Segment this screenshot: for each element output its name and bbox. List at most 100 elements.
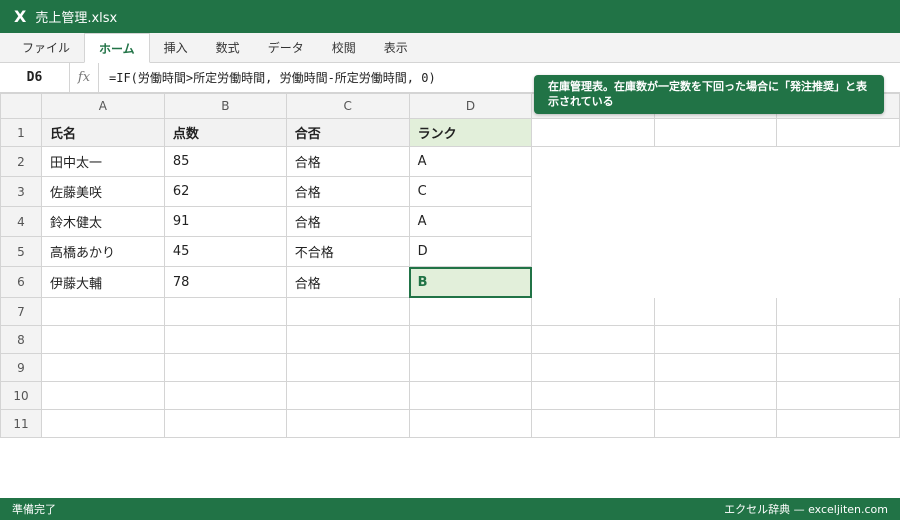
- cell-e11[interactable]: [531, 409, 656, 438]
- row-header[interactable]: 5: [0, 236, 42, 267]
- tab-file[interactable]: ファイル: [8, 33, 84, 63]
- column-header-d[interactable]: D: [408, 93, 533, 119]
- row-header[interactable]: 10: [0, 381, 42, 410]
- cell-b3[interactable]: 62: [163, 176, 287, 207]
- cell-g6[interactable]: [776, 266, 900, 298]
- row-header[interactable]: 6: [0, 266, 42, 298]
- cell-e7[interactable]: [531, 297, 656, 326]
- cell-b5[interactable]: 45: [163, 236, 287, 267]
- cell-g1[interactable]: [776, 118, 900, 147]
- cell-e9[interactable]: [531, 353, 656, 382]
- cell-c10[interactable]: [285, 381, 410, 410]
- tab-review[interactable]: 校閲: [318, 33, 370, 63]
- cell-b7[interactable]: [163, 297, 287, 326]
- column-header-b[interactable]: B: [163, 93, 287, 119]
- cell-g8[interactable]: [776, 325, 900, 354]
- formula-input[interactable]: =IF(労働時間>所定労働時間, 労働時間-所定労働時間, 0): [99, 69, 436, 86]
- select-all-corner[interactable]: [0, 93, 42, 119]
- cell-c1[interactable]: 合否: [285, 118, 410, 147]
- row-header[interactable]: 1: [0, 118, 42, 147]
- cell-c8[interactable]: [285, 325, 410, 354]
- cell-f4[interactable]: [654, 206, 778, 237]
- cell-g9[interactable]: [776, 353, 900, 382]
- fx-icon[interactable]: fx: [70, 62, 99, 93]
- cell-a11[interactable]: [40, 409, 165, 438]
- cell-d9[interactable]: [408, 353, 533, 382]
- cell-e5[interactable]: [531, 236, 656, 267]
- cell-e3[interactable]: [531, 176, 656, 207]
- cell-g10[interactable]: [776, 381, 900, 410]
- cell-g5[interactable]: [776, 236, 900, 267]
- cell-g7[interactable]: [776, 297, 900, 326]
- cell-e10[interactable]: [531, 381, 656, 410]
- cell-f7[interactable]: [654, 297, 778, 326]
- cell-e6[interactable]: [531, 266, 656, 298]
- cell-a6[interactable]: 伊藤大輔: [40, 266, 165, 298]
- cell-a2[interactable]: 田中太一: [40, 146, 165, 177]
- cell-c9[interactable]: [285, 353, 410, 382]
- cell-c2[interactable]: 合格: [285, 146, 410, 177]
- cell-e2[interactable]: [531, 146, 656, 177]
- cell-f9[interactable]: [654, 353, 778, 382]
- tab-data[interactable]: データ: [254, 33, 318, 63]
- cell-a7[interactable]: [40, 297, 165, 326]
- cell-a10[interactable]: [40, 381, 165, 410]
- cell-f11[interactable]: [654, 409, 778, 438]
- cell-g2[interactable]: [776, 146, 900, 177]
- cell-d6[interactable]: B: [408, 266, 533, 298]
- cell-d5[interactable]: D: [408, 236, 533, 267]
- column-header-a[interactable]: A: [40, 93, 165, 119]
- tab-view[interactable]: 表示: [370, 33, 422, 63]
- cell-a8[interactable]: [40, 325, 165, 354]
- cell-d8[interactable]: [408, 325, 533, 354]
- cell-f2[interactable]: [654, 146, 778, 177]
- row-header[interactable]: 8: [0, 325, 42, 354]
- cell-d1[interactable]: ランク: [408, 118, 533, 147]
- cell-a1[interactable]: 氏名: [40, 118, 165, 147]
- cell-c4[interactable]: 合格: [285, 206, 410, 237]
- cell-g4[interactable]: [776, 206, 900, 237]
- cell-d3[interactable]: C: [408, 176, 533, 207]
- cell-f1[interactable]: [654, 118, 778, 147]
- cell-d4[interactable]: A: [408, 206, 533, 237]
- row-header[interactable]: 9: [0, 353, 42, 382]
- cell-c3[interactable]: 合格: [285, 176, 410, 207]
- cell-a3[interactable]: 佐藤美咲: [40, 176, 165, 207]
- cell-a5[interactable]: 高橋あかり: [40, 236, 165, 267]
- cell-b6[interactable]: 78: [163, 266, 287, 298]
- tab-formulas[interactable]: 数式: [202, 33, 254, 63]
- cell-f3[interactable]: [654, 176, 778, 207]
- cell-a4[interactable]: 鈴木健太: [40, 206, 165, 237]
- cell-f6[interactable]: [654, 266, 778, 298]
- cell-b10[interactable]: [163, 381, 287, 410]
- cell-d7[interactable]: [408, 297, 533, 326]
- row-header[interactable]: 2: [0, 146, 42, 177]
- row-header[interactable]: 3: [0, 176, 42, 207]
- cell-b2[interactable]: 85: [163, 146, 287, 177]
- cell-b8[interactable]: [163, 325, 287, 354]
- cell-c5[interactable]: 不合格: [285, 236, 410, 267]
- cell-b4[interactable]: 91: [163, 206, 287, 237]
- cell-b9[interactable]: [163, 353, 287, 382]
- row-header[interactable]: 4: [0, 206, 42, 237]
- cell-d10[interactable]: [408, 381, 533, 410]
- cell-c7[interactable]: [285, 297, 410, 326]
- tab-insert[interactable]: 挿入: [150, 33, 202, 63]
- cell-e4[interactable]: [531, 206, 656, 237]
- cell-e8[interactable]: [531, 325, 656, 354]
- cell-b11[interactable]: [163, 409, 287, 438]
- cell-b1[interactable]: 点数: [163, 118, 287, 147]
- cell-d2[interactable]: A: [408, 146, 533, 177]
- cell-c6[interactable]: 合格: [285, 266, 410, 298]
- cell-f5[interactable]: [654, 236, 778, 267]
- cell-a9[interactable]: [40, 353, 165, 382]
- cell-g3[interactable]: [776, 176, 900, 207]
- row-header[interactable]: 11: [0, 409, 42, 438]
- cell-e1[interactable]: [531, 118, 656, 147]
- cell-d11[interactable]: [408, 409, 533, 438]
- name-box[interactable]: D6: [0, 62, 70, 93]
- cell-c11[interactable]: [285, 409, 410, 438]
- row-header[interactable]: 7: [0, 297, 42, 326]
- cell-f10[interactable]: [654, 381, 778, 410]
- column-header-c[interactable]: C: [285, 93, 410, 119]
